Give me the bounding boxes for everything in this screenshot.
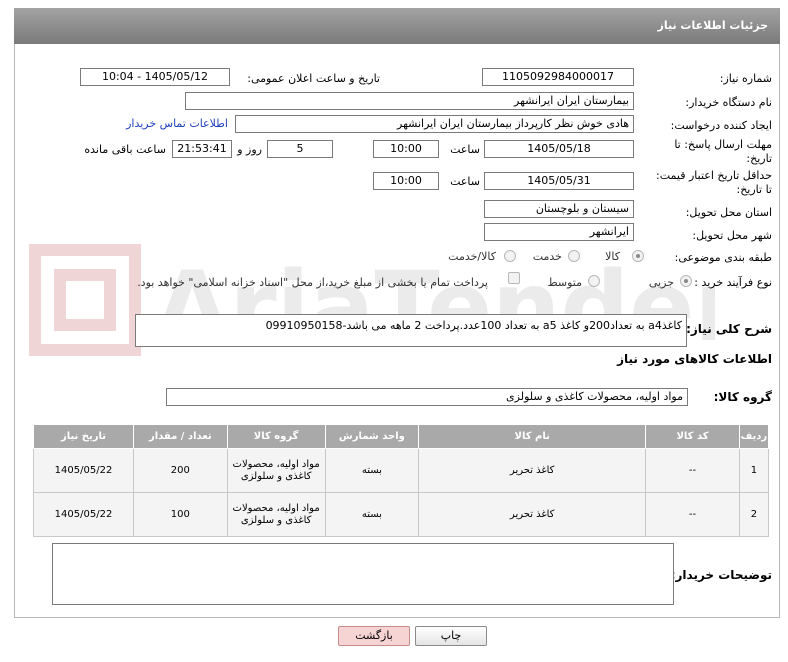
row-qty: 100 [132, 492, 228, 537]
city-field: ایرانشهر [484, 223, 634, 241]
goods-group-field: مواد اولیه، محصولات کاغذی و سلولزی [166, 388, 688, 406]
col-index: ردیف [738, 424, 770, 449]
goods-group-label: گروه کالا: [713, 390, 772, 404]
process-label: نوع فرآیند خرید : [694, 276, 772, 289]
process-option-medium: متوسط [547, 276, 582, 289]
deadline-time-field: 10:00 [373, 140, 439, 158]
row-qty: 200 [132, 448, 228, 493]
buyer-org-field: بیمارستان ایران ایرانشهر [185, 92, 634, 110]
deadline-date-field: 1405/05/18 [484, 140, 634, 158]
row-group: مواد اولیه، محصولات کاغذی و سلولزی [226, 492, 326, 537]
treasury-checkbox[interactable] [508, 272, 520, 284]
deadline-label: مهلت ارسال پاسخ: تا [674, 138, 772, 151]
deadline-label-2: تاریخ: [746, 152, 772, 165]
table-row: 2 -- کاغذ تحریر بسته مواد اولیه، محصولات… [33, 492, 770, 537]
need-number-field: 1105092984000017 [482, 68, 634, 86]
col-date: تاریخ نیاز [33, 424, 134, 449]
creator-label: ایجاد کننده درخواست: [670, 119, 772, 132]
category-radio-service[interactable] [568, 250, 580, 262]
days-label: روز و [237, 143, 262, 156]
category-option-service: خدمت [532, 250, 562, 263]
row-unit: بسته [324, 448, 420, 493]
buyer-contact-link[interactable]: اطلاعات تماس خریدار [126, 117, 228, 130]
announce-label: تاریخ و ساعت اعلان عمومی: [247, 72, 380, 85]
col-qty: تعداد / مقدار [132, 424, 228, 449]
row-date: 1405/05/22 [33, 448, 134, 493]
category-option-goods-service: کالا/خدمت [448, 250, 496, 263]
col-name: نام کالا [418, 424, 647, 449]
city-label: شهر محل تحویل: [692, 229, 772, 242]
row-code: -- [645, 448, 740, 493]
description-label: شرح کلی نیاز: [686, 322, 772, 336]
category-radio-goods-service[interactable] [504, 250, 516, 262]
buyer-notes-field[interactable] [52, 543, 674, 605]
row-index: 1 [738, 448, 770, 493]
items-table: ردیف کد کالا نام کالا واحد شمارش گروه کا… [33, 424, 770, 537]
row-unit: بسته [324, 492, 420, 537]
goods-info-title: اطلاعات کالاهای مورد نیاز [617, 352, 772, 366]
buyer-org-label: نام دستگاه خریدار: [685, 96, 772, 109]
validity-label-2: تا تاریخ: [736, 183, 772, 196]
back-button[interactable]: بازگشت [338, 626, 410, 646]
table-row: 1 -- کاغذ تحریر بسته مواد اولیه، محصولات… [33, 448, 770, 493]
deadline-time-label: ساعت [450, 143, 480, 156]
days-field: 5 [267, 140, 333, 158]
page-title: جزئیات اطلاعات نیاز [14, 8, 780, 44]
validity-time-field: 10:00 [373, 172, 439, 190]
validity-time-label: ساعت [450, 175, 480, 188]
row-date: 1405/05/22 [33, 492, 134, 537]
remaining-label: ساعت باقی مانده [84, 143, 166, 156]
print-button[interactable]: چاپ [415, 626, 487, 646]
row-name: کاغذ تحریر [418, 448, 647, 493]
table-header-row: ردیف کد کالا نام کالا واحد شمارش گروه کا… [33, 424, 770, 449]
process-option-minor: جزیی [648, 276, 674, 289]
validity-date-field: 1405/05/31 [484, 172, 634, 190]
need-number-label: شماره نیاز: [719, 72, 772, 85]
category-option-goods: کالا [605, 250, 620, 263]
row-name: کاغذ تحریر [418, 492, 647, 537]
process-radio-medium[interactable] [588, 275, 600, 287]
validity-label: حداقل تاریخ اعتبار قیمت: [656, 169, 772, 182]
description-field: کاغذa4 به تعداد200و کاغذ a5 به تعداد 100… [135, 314, 687, 347]
treasury-note: پرداخت تمام یا بخشی از مبلغ خرید،از محل … [137, 276, 488, 289]
row-group: مواد اولیه، محصولات کاغذی و سلولزی [226, 448, 326, 493]
buyer-notes-label: توضیحات خریدار: [670, 568, 772, 582]
province-label: استان محل تحویل: [685, 206, 772, 219]
process-radio-minor[interactable] [680, 275, 692, 287]
col-code: کد کالا [645, 424, 740, 449]
col-unit: واحد شمارش [324, 424, 420, 449]
creator-field: هادی خوش نظر کارپرداز بیمارستان ایران ای… [235, 115, 634, 133]
row-code: -- [645, 492, 740, 537]
category-radio-goods[interactable] [632, 250, 644, 262]
remaining-time-field: 21:53:41 [172, 140, 232, 158]
col-group: گروه کالا [226, 424, 326, 449]
row-index: 2 [738, 492, 770, 537]
category-label: طبقه بندی موضوعی: [674, 251, 772, 264]
announce-field: 1405/05/12 - 10:04 [80, 68, 230, 86]
province-field: سیستان و بلوچستان [484, 200, 634, 218]
